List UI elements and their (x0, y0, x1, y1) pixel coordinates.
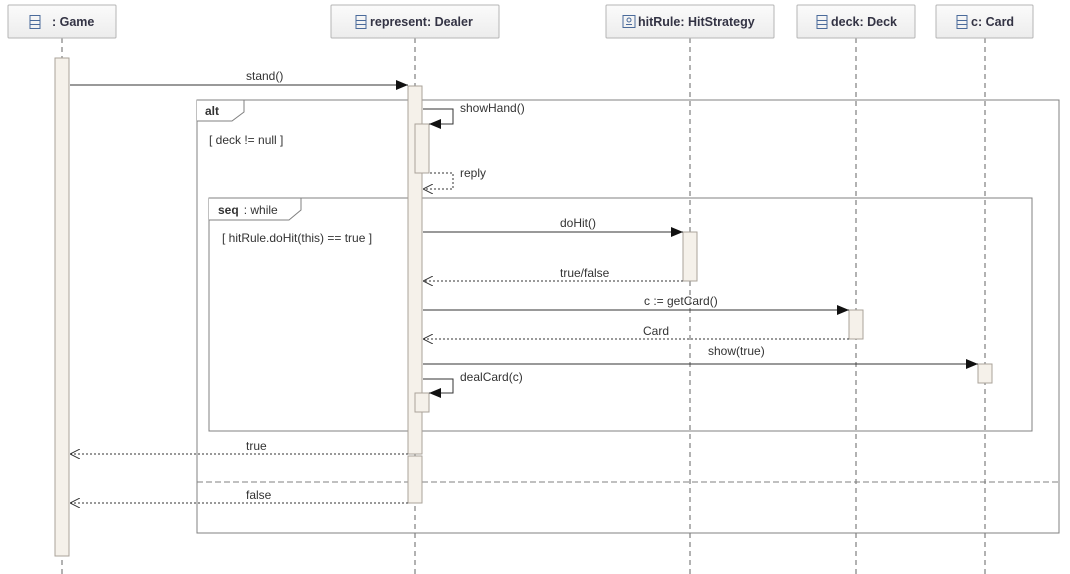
activation-hitrule[interactable] (682, 231, 698, 282)
activation-game[interactable] (54, 57, 70, 557)
lifeline-label-hitrule: hitRule: HitStrategy (638, 15, 755, 29)
message-return-true[interactable]: true (70, 439, 408, 454)
message-reply[interactable]: reply (423, 166, 486, 189)
message-stand[interactable]: stand() (70, 69, 408, 90)
alt-guard: [ deck != null ] (209, 133, 283, 147)
loop-fragment[interactable]: seq : while [ hitRule.doHit(this) == true… (208, 197, 1033, 432)
message-label-dohit: doHit() (560, 216, 596, 230)
activation-deck[interactable] (848, 309, 864, 340)
activation-dealer-false[interactable] (407, 455, 423, 504)
activation-card[interactable] (977, 363, 993, 384)
message-dohit[interactable]: doHit() (423, 216, 683, 237)
lifeline-header-game[interactable]: : Game (7, 4, 117, 39)
message-card-return[interactable]: Card (423, 324, 849, 339)
lifeline-label-game: : Game (52, 15, 94, 29)
message-label-return-true: true (246, 439, 267, 453)
loop-keyword: seq (218, 203, 239, 217)
lifeline-header-card[interactable]: c: Card (935, 4, 1034, 39)
message-label-true-false: true/false (560, 266, 610, 280)
message-label-showhand: showHand() (460, 101, 525, 115)
message-label-return-false: false (246, 488, 272, 502)
message-true-false[interactable]: true/false (423, 266, 683, 281)
message-label-dealcard: dealCard(c) (460, 370, 523, 384)
alt-keyword: alt (205, 104, 219, 118)
message-label-getcard: c := getCard() (644, 294, 718, 308)
activation-dealer-dealcard[interactable] (414, 392, 430, 413)
lifeline-label-card: c: Card (971, 15, 1014, 29)
loop-header: seq : while (218, 203, 278, 217)
message-label-show: show(true) (708, 344, 765, 358)
message-label-stand: stand() (246, 69, 283, 83)
message-getcard[interactable]: c := getCard() (423, 294, 849, 315)
message-label-card-return: Card (643, 324, 669, 338)
sequence-diagram: : Game represent: Dealer hitRule: HitStr… (7, 4, 1060, 574)
message-label-reply: reply (460, 166, 486, 180)
loop-suffix: : while (244, 203, 278, 217)
loop-guard: [ hitRule.doHit(this) == true ] (222, 231, 372, 245)
lifeline-header-dealer[interactable]: represent: Dealer (330, 4, 500, 39)
activation-dealer-showhand[interactable] (414, 123, 430, 174)
activations (54, 57, 993, 557)
lifeline-header-deck[interactable]: deck: Deck (796, 4, 916, 39)
message-return-false[interactable]: false (70, 488, 408, 503)
message-dealcard[interactable]: dealCard(c) (423, 370, 523, 398)
lifeline-label-dealer: represent: Dealer (370, 15, 473, 29)
message-show[interactable]: show(true) (423, 344, 978, 369)
lifeline-label-deck: deck: Deck (831, 15, 897, 29)
lifeline-header-hitrule[interactable]: hitRule: HitStrategy (605, 4, 775, 39)
alt-fragment[interactable]: alt [ deck != null ] (196, 99, 1060, 534)
message-showhand[interactable]: showHand() (423, 101, 525, 129)
